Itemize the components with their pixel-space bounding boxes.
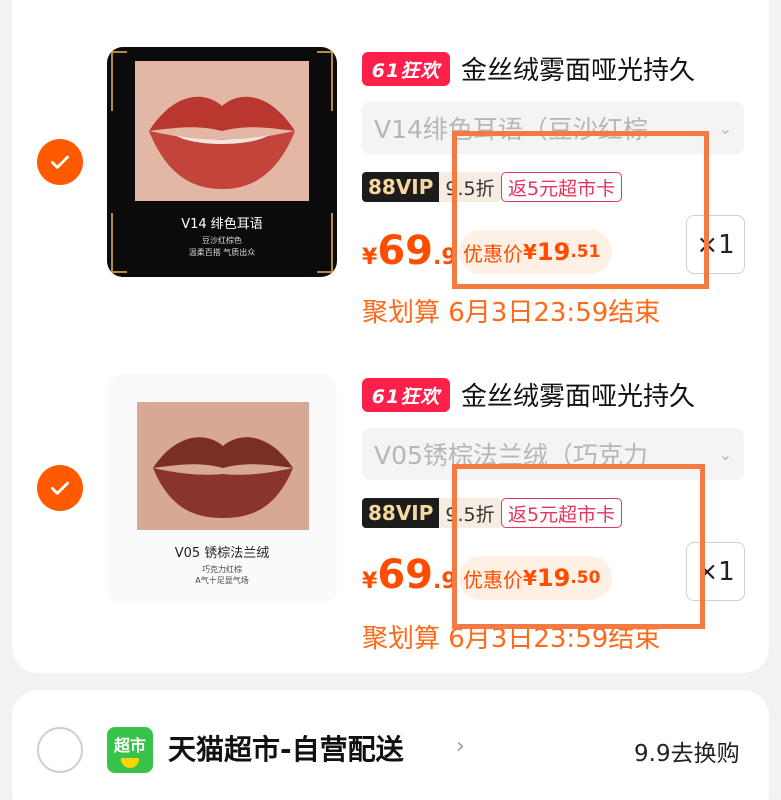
item-2-title[interactable]: 金丝绒雾面哑光持久 [461,376,695,413]
item-1-image[interactable]: V14 绯色耳语 豆沙红棕色 温柔百搭 气质出众 [107,47,337,277]
lips-illustration [153,437,293,518]
checkmark-icon [51,155,69,169]
image-caption: V05 锈棕法兰绒 [174,546,270,561]
frame-ornament [317,51,333,111]
image-subcaption: 巧克力红棕 [202,565,242,574]
price-currency: ¥ [362,569,378,594]
price-currency: ¥ [362,245,378,270]
exchange-purchase-link[interactable]: 9.9去换购 [634,734,740,768]
shop-name[interactable]: 天猫超市-自营配送 [168,728,404,768]
item-1-checkbox[interactable] [37,139,83,185]
frame-ornament [111,51,127,111]
item-2-price: ¥69.9 [362,552,457,598]
smile-icon [121,758,139,768]
chevron-down-icon: ⌄ [718,444,732,464]
checkmark-icon [51,481,69,495]
logo-text: 超市 [113,736,146,755]
shop-checkbox[interactable] [37,727,83,773]
price-integer: 69 [377,228,433,274]
lips-illustration [149,96,295,189]
promo-tag: 61狂欢 [362,52,450,86]
item-2-checkbox[interactable] [37,465,83,511]
juhuasuan-deadline: 聚划算 6月3日23:59结束 [362,298,661,328]
lips-photo [135,61,309,201]
vip-label: 88VIP [362,498,440,528]
item-1-title[interactable]: 金丝绒雾面哑光持久 [461,50,695,87]
chevron-right-icon[interactable]: › [456,734,465,759]
highlight-box [452,464,705,629]
lips-photo [137,402,309,530]
item-1-price: ¥69.9 [362,228,457,274]
vip-label: 88VIP [362,172,440,202]
image-caption: V14 绯色耳语 [181,217,263,232]
image-subcaption: 温柔百搭 气质出众 [188,248,256,257]
tmall-supermarket-logo: 超市 [107,727,153,773]
price-integer: 69 [377,552,433,598]
image-subcaption: A气十足显气场 [195,576,249,585]
promo-tag: 61狂欢 [362,378,450,412]
image-subcaption: 豆沙红棕色 [202,236,242,245]
item-2-image[interactable]: V05 锈棕法兰绒 巧克力红棕 A气十足显气场 [107,374,337,604]
chevron-down-icon: ⌄ [718,118,732,138]
highlight-box [452,131,709,289]
